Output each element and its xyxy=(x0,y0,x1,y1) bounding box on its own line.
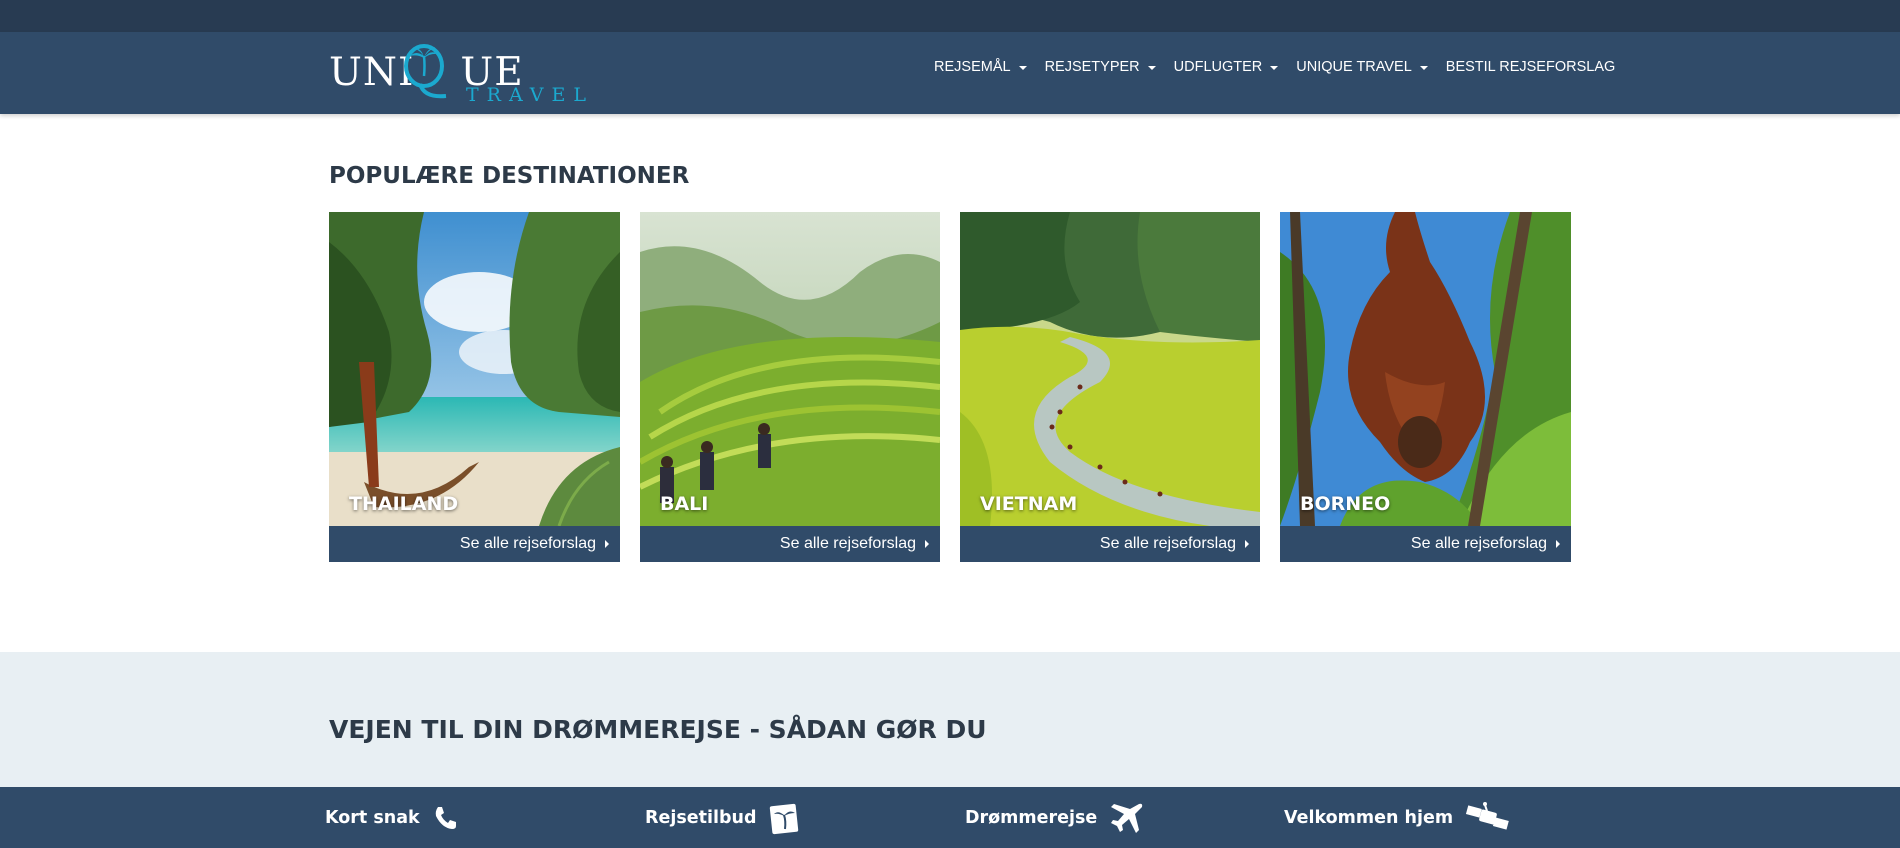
step-label: Drømmerejse xyxy=(965,808,1098,828)
logo-subtitle: TRAVEL xyxy=(466,84,594,106)
menu-item-rejsemaal[interactable]: REJSEMÅL xyxy=(934,57,1027,77)
destination-card-vietnam[interactable]: VIETNAM Se alle rejseforslag xyxy=(960,212,1260,562)
step-velkommen-hjem[interactable]: Velkommen hjem xyxy=(1284,800,1511,836)
menu-item-label: UNIQUE TRAVEL xyxy=(1296,59,1412,75)
destination-card-bali[interactable]: BALI Se alle rejseforslag xyxy=(640,212,940,562)
menu-item-udflugter[interactable]: UDFLUGTER xyxy=(1174,57,1279,77)
phone-icon xyxy=(435,807,456,829)
thailand-photo xyxy=(329,212,620,526)
popular-destinations-title: POPULÆRE DESTINATIONER xyxy=(329,163,690,189)
caret-down-icon xyxy=(1270,65,1279,70)
menu-item-unique-travel[interactable]: UNIQUE TRAVEL xyxy=(1296,57,1428,77)
step-droemmerejse[interactable]: Drømmerejse xyxy=(965,800,1145,836)
menu-item-rejsetyper[interactable]: REJSETYPER xyxy=(1045,57,1156,77)
logo-q-palm-icon xyxy=(404,44,447,99)
destination-name: VIETNAM xyxy=(980,493,1078,515)
destination-card-thailand[interactable]: THAILAND Se alle rejseforslag xyxy=(329,212,620,562)
satellite-icon xyxy=(1466,802,1509,830)
bali-photo xyxy=(640,212,940,526)
see-all-label: Se alle rejseforslag xyxy=(779,535,916,552)
caret-right-icon xyxy=(1245,540,1249,548)
palm-card-icon xyxy=(769,803,798,835)
see-all-link[interactable]: Se alle rejseforslag xyxy=(1280,526,1571,562)
caret-right-icon xyxy=(925,540,929,548)
see-all-link[interactable]: Se alle rejseforslag xyxy=(329,526,620,562)
caret-right-icon xyxy=(1556,540,1560,548)
steps-section-title: VEJEN TIL DIN DRØMMEREJSE - SÅDAN GØR DU xyxy=(329,715,987,744)
see-all-label: Se alle rejseforslag xyxy=(1410,535,1547,552)
destination-name: THAILAND xyxy=(349,493,459,515)
menu-item-label: REJSETYPER xyxy=(1044,59,1140,75)
caret-down-icon xyxy=(1419,65,1428,70)
menu-item-label: BESTIL REJSEFORSLAG xyxy=(1445,59,1616,75)
unique-travel-logo[interactable]: UNI UE TRAVEL xyxy=(329,40,586,106)
caret-down-icon xyxy=(1147,65,1156,70)
menu-item-label: REJSEMÅL xyxy=(934,59,1011,75)
destination-name: BALI xyxy=(660,493,709,515)
see-all-link[interactable]: Se alle rejseforslag xyxy=(960,526,1260,562)
step-kort-snak[interactable]: Kort snak xyxy=(325,800,460,836)
see-all-label: Se alle rejseforslag xyxy=(459,535,596,552)
step-label: Velkommen hjem xyxy=(1284,808,1454,828)
caret-right-icon xyxy=(605,540,609,548)
destination-name: BORNEO xyxy=(1300,493,1391,515)
main-menu: REJSEMÅL REJSETYPER UDFLUGTER UNIQUE TRA… xyxy=(934,57,1615,77)
top-strip xyxy=(0,0,1900,32)
step-label: Kort snak xyxy=(325,808,420,828)
borneo-photo xyxy=(1280,212,1571,526)
menu-item-label: UDFLUGTER xyxy=(1173,59,1263,75)
destination-card-borneo[interactable]: BORNEO Se alle rejseforslag xyxy=(1280,212,1571,562)
see-all-link[interactable]: Se alle rejseforslag xyxy=(640,526,940,562)
see-all-label: Se alle rejseforslag xyxy=(1099,535,1236,552)
vietnam-photo xyxy=(960,212,1260,526)
menu-item-bestil-rejseforslag[interactable]: BESTIL REJSEFORSLAG xyxy=(1446,57,1615,77)
step-label: Rejsetilbud xyxy=(645,808,757,828)
airplane-icon xyxy=(1111,803,1143,833)
step-rejsetilbud[interactable]: Rejsetilbud xyxy=(645,800,801,836)
caret-down-icon xyxy=(1018,65,1027,70)
steps-bar xyxy=(0,787,1900,848)
